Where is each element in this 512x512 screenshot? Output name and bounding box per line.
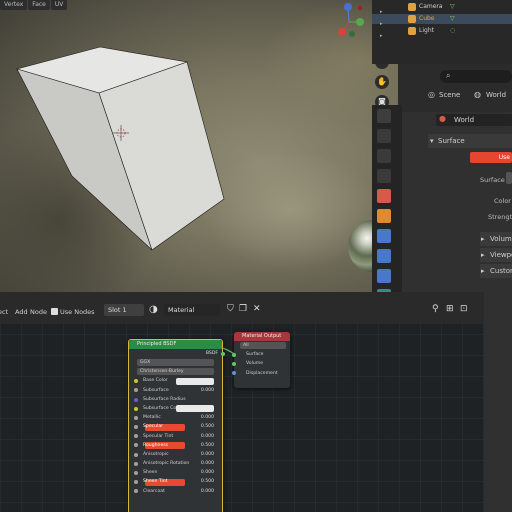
input-sheen-tint[interactable]: Sheen Tint 0.500 xyxy=(129,477,222,486)
input-subsurface[interactable]: Subsurface 0.000 xyxy=(129,386,222,395)
outliner-item-camera[interactable]: Camera ▽ xyxy=(372,2,512,12)
viewport-panel-header[interactable]: ▸ Viewport xyxy=(480,248,512,262)
tab-world-icon[interactable] xyxy=(377,189,391,203)
input-specular-tint[interactable]: Specular Tint 0.000 xyxy=(129,432,222,441)
search-icon: ⌕ xyxy=(446,71,451,80)
socket[interactable] xyxy=(134,379,138,384)
outliner-item-cube[interactable]: Cube ▽ xyxy=(372,14,512,24)
socket[interactable] xyxy=(134,415,138,420)
custom-properties-panel-header[interactable]: ▸ Custom xyxy=(480,264,512,278)
surface-shader-field[interactable]: Use xyxy=(470,152,512,163)
node-title: Material Output xyxy=(234,332,290,341)
socket[interactable] xyxy=(134,397,138,402)
scene-icon: ◎ xyxy=(428,90,435,99)
chevron-right-icon: ▸ xyxy=(481,251,485,259)
socket[interactable] xyxy=(232,362,236,367)
distribution-dropdown[interactable]: GGX xyxy=(129,358,222,367)
input-displacement[interactable]: Displacement xyxy=(232,369,290,378)
socket[interactable] xyxy=(134,471,138,476)
world-scene-breadcrumb: ◎ Scene ◍ World xyxy=(428,90,512,102)
node-link xyxy=(215,346,249,359)
mesh-icon xyxy=(408,15,416,23)
tab-object-icon[interactable] xyxy=(377,209,391,223)
target-dropdown[interactable]: All xyxy=(234,341,290,350)
input-base-color[interactable]: Base Color xyxy=(129,376,222,385)
socket[interactable] xyxy=(134,461,138,466)
cube-mesh[interactable] xyxy=(0,0,372,292)
input-subsurface-color[interactable]: Subsurface Color xyxy=(129,404,222,413)
scene-label: Scene xyxy=(439,91,461,99)
socket[interactable] xyxy=(134,452,138,457)
socket[interactable] xyxy=(134,434,138,439)
input-anisotropic-rotation[interactable]: Anisotropic Rotation 0.000 xyxy=(129,459,222,468)
tab-tool-icon[interactable] xyxy=(377,109,391,123)
tab-output-icon[interactable] xyxy=(377,149,391,163)
tab-physics-icon[interactable] xyxy=(377,269,391,283)
tab-render-icon[interactable] xyxy=(377,129,391,143)
light-data-icon[interactable]: ◌ xyxy=(450,26,455,36)
input-specular[interactable]: Specular 0.500 xyxy=(129,422,222,431)
socket[interactable] xyxy=(134,425,138,430)
world-label: World xyxy=(486,91,507,99)
socket[interactable] xyxy=(134,443,138,448)
chevron-down-icon: ▾ xyxy=(430,137,434,145)
subsurface-method-dropdown[interactable]: Christensen-Burley xyxy=(129,367,222,376)
outliner[interactable]: Camera ▽ Cube ▽ Light ◌ ▸ ▸ ▸ xyxy=(372,0,512,64)
input-roughness[interactable]: Roughness 0.500 xyxy=(129,441,222,450)
principled-bsdf-node[interactable]: Principled BSDF BSDF GGX Christensen-Bur… xyxy=(128,339,225,512)
modifier-icon[interactable]: ▽ xyxy=(450,14,455,24)
socket[interactable] xyxy=(134,489,138,494)
world-datablock[interactable]: ● World xyxy=(436,114,512,126)
socket[interactable] xyxy=(134,406,138,411)
input-anisotropic[interactable]: Anisotropic 0.000 xyxy=(129,450,222,459)
shader-node-editor[interactable]: ect Add Node Use Nodes Slot 1 ◑ Material… xyxy=(0,292,484,512)
node-title: Principled BSDF xyxy=(129,340,222,349)
surface-panel-header[interactable]: ▾ Surface xyxy=(428,134,512,148)
socket[interactable] xyxy=(232,371,236,376)
chevron-right-icon: ▸ xyxy=(481,235,485,243)
color-label: Color xyxy=(494,197,511,205)
tab-modifier-icon[interactable] xyxy=(377,229,391,243)
input-clearcoat[interactable]: Clearcoat 0.000 xyxy=(129,487,222,496)
tab-view-layer-icon[interactable] xyxy=(377,169,391,183)
world-datablock-icon: ● xyxy=(439,114,446,123)
properties-search-input[interactable]: ⌕ xyxy=(440,70,512,83)
light-icon xyxy=(408,27,416,35)
world-icon: ◍ xyxy=(474,90,481,99)
strength-label: Strength xyxy=(488,213,512,221)
visibility-icon[interactable]: ▽ xyxy=(450,2,455,12)
surface-socket-field[interactable] xyxy=(506,172,512,184)
input-metallic[interactable]: Metallic 0.000 xyxy=(129,413,222,422)
socket[interactable] xyxy=(232,352,236,357)
output-socket[interactable] xyxy=(221,351,225,356)
material-output-node[interactable]: Material Output All Surface Volume Displ… xyxy=(232,332,290,388)
volume-panel-header[interactable]: ▸ Volume xyxy=(480,232,512,246)
camera-icon xyxy=(408,3,416,11)
outliner-toggles: ▸ ▸ ▸ xyxy=(380,9,383,39)
socket[interactable] xyxy=(134,480,138,485)
outliner-item-light[interactable]: Light ◌ xyxy=(372,26,512,36)
chevron-right-icon: ▸ xyxy=(481,267,485,275)
input-subsurface-radius[interactable]: Subsurface Radius xyxy=(129,395,222,404)
axis-gizmo-icon[interactable] xyxy=(336,0,372,46)
input-sheen[interactable]: Sheen 0.000 xyxy=(129,468,222,477)
tab-particles-icon[interactable] xyxy=(377,249,391,263)
input-surface[interactable]: Surface xyxy=(232,350,290,359)
surface-label: Surface xyxy=(480,176,505,184)
bsdf-output: BSDF xyxy=(129,349,225,358)
input-volume[interactable]: Volume xyxy=(232,359,290,368)
socket[interactable] xyxy=(134,388,138,393)
